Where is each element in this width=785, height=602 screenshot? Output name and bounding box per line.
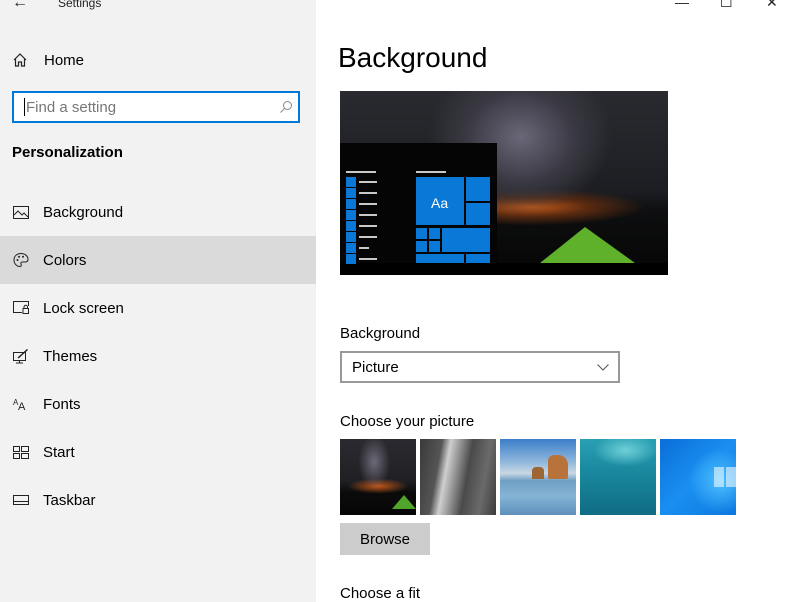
background-preview: Aa bbox=[340, 91, 668, 275]
sidebar-item-taskbar[interactable]: Taskbar bbox=[0, 476, 316, 524]
preview-app-icon bbox=[346, 210, 356, 220]
preview-app-icon bbox=[346, 199, 356, 209]
sidebar-item-label: Themes bbox=[43, 347, 98, 365]
chevron-down-icon bbox=[588, 363, 618, 371]
minimize-button[interactable]: — bbox=[675, 0, 689, 10]
svg-text:A: A bbox=[18, 401, 26, 411]
preview-app-label bbox=[359, 192, 377, 194]
preview-tile bbox=[416, 254, 464, 263]
preview-app-icon bbox=[346, 232, 356, 242]
preview-tile bbox=[442, 228, 490, 252]
sidebar-item-fonts[interactable]: AA Fonts bbox=[0, 380, 316, 428]
sidebar-item-start[interactable]: Start bbox=[0, 428, 316, 476]
preview-app-label bbox=[359, 225, 377, 227]
choose-fit-label: Choose a fit bbox=[340, 585, 421, 602]
picture-thumbnail-night-sky[interactable] bbox=[340, 439, 416, 515]
preview-app-label bbox=[359, 258, 377, 260]
sidebar-item-label: Background bbox=[43, 203, 124, 221]
sidebar-item-themes[interactable]: Themes bbox=[0, 332, 316, 380]
preview-tile bbox=[416, 228, 427, 239]
maximize-button[interactable]: ☐ bbox=[720, 0, 733, 11]
back-arrow-icon[interactable]: ← bbox=[12, 0, 28, 12]
sidebar-item-label: Lock screen bbox=[43, 299, 124, 317]
sidebar-item-label: Taskbar bbox=[43, 491, 96, 509]
search-icon[interactable] bbox=[274, 100, 298, 114]
home-icon bbox=[12, 52, 32, 68]
search-input[interactable]: Find a setting bbox=[12, 91, 300, 123]
choose-picture-label: Choose your picture bbox=[340, 413, 475, 430]
home-label: Home bbox=[44, 51, 85, 69]
page-title: Background bbox=[338, 42, 488, 73]
sidebar-item-background[interactable]: Background bbox=[0, 188, 316, 236]
preview-tile bbox=[466, 254, 490, 263]
app-title: Settings bbox=[58, 0, 102, 10]
preview-app-icon bbox=[346, 221, 356, 231]
preview-sample-text: Aa bbox=[431, 195, 449, 211]
preview-taskbar bbox=[340, 263, 668, 275]
preview-line bbox=[346, 171, 376, 173]
section-title: Personalization bbox=[12, 144, 123, 161]
preview-tile bbox=[429, 228, 440, 239]
sidebar: ← Settings Home Find a setting Personali… bbox=[0, 0, 316, 602]
sidebar-item-label: Fonts bbox=[43, 395, 81, 413]
preview-line bbox=[416, 171, 446, 173]
preview-app-icon bbox=[346, 188, 356, 198]
palette-icon bbox=[12, 252, 30, 268]
themes-icon bbox=[12, 348, 30, 364]
preview-tile bbox=[466, 177, 490, 201]
background-label: Background bbox=[340, 325, 421, 342]
picture-thumbnails bbox=[340, 439, 736, 515]
preview-app-label bbox=[359, 203, 377, 205]
preview-app-icon bbox=[346, 243, 356, 253]
sidebar-item-label: Start bbox=[43, 443, 75, 461]
search-placeholder: Find a setting bbox=[26, 98, 117, 116]
picture-thumbnail-beach[interactable] bbox=[500, 439, 576, 515]
preview-app-label bbox=[359, 247, 369, 249]
preview-tile bbox=[466, 203, 490, 225]
background-type-dropdown[interactable]: Picture bbox=[340, 351, 620, 383]
picture-icon bbox=[12, 204, 30, 220]
preview-tent bbox=[540, 227, 635, 263]
preview-app-label bbox=[359, 236, 377, 238]
browse-button[interactable]: Browse bbox=[340, 523, 430, 555]
picture-thumbnail-windows[interactable] bbox=[660, 439, 736, 515]
lock-screen-icon bbox=[12, 300, 30, 316]
preview-tile bbox=[416, 241, 427, 252]
sidebar-item-label: Colors bbox=[43, 251, 87, 269]
preview-app-icon bbox=[346, 177, 356, 187]
sidebar-item-colors[interactable]: Colors bbox=[0, 236, 316, 284]
close-button[interactable]: ✕ bbox=[766, 0, 778, 11]
start-icon bbox=[12, 444, 30, 460]
home-link[interactable]: Home bbox=[12, 48, 84, 72]
preview-app-icon bbox=[346, 254, 356, 264]
sidebar-item-lock-screen[interactable]: Lock screen bbox=[0, 284, 316, 332]
sidebar-nav: Background Colors Lock screen Themes AA … bbox=[0, 188, 316, 524]
preview-app-label bbox=[359, 181, 377, 183]
preview-tile bbox=[429, 241, 440, 252]
title-bar: ← Settings bbox=[0, 0, 316, 16]
taskbar-icon bbox=[12, 492, 30, 508]
picture-thumbnail-rock[interactable] bbox=[420, 439, 496, 515]
dropdown-value: Picture bbox=[352, 358, 399, 376]
text-cursor bbox=[24, 98, 25, 116]
preview-app-label bbox=[359, 214, 377, 216]
picture-thumbnail-underwater[interactable] bbox=[580, 439, 656, 515]
fonts-icon: AA bbox=[12, 396, 30, 412]
